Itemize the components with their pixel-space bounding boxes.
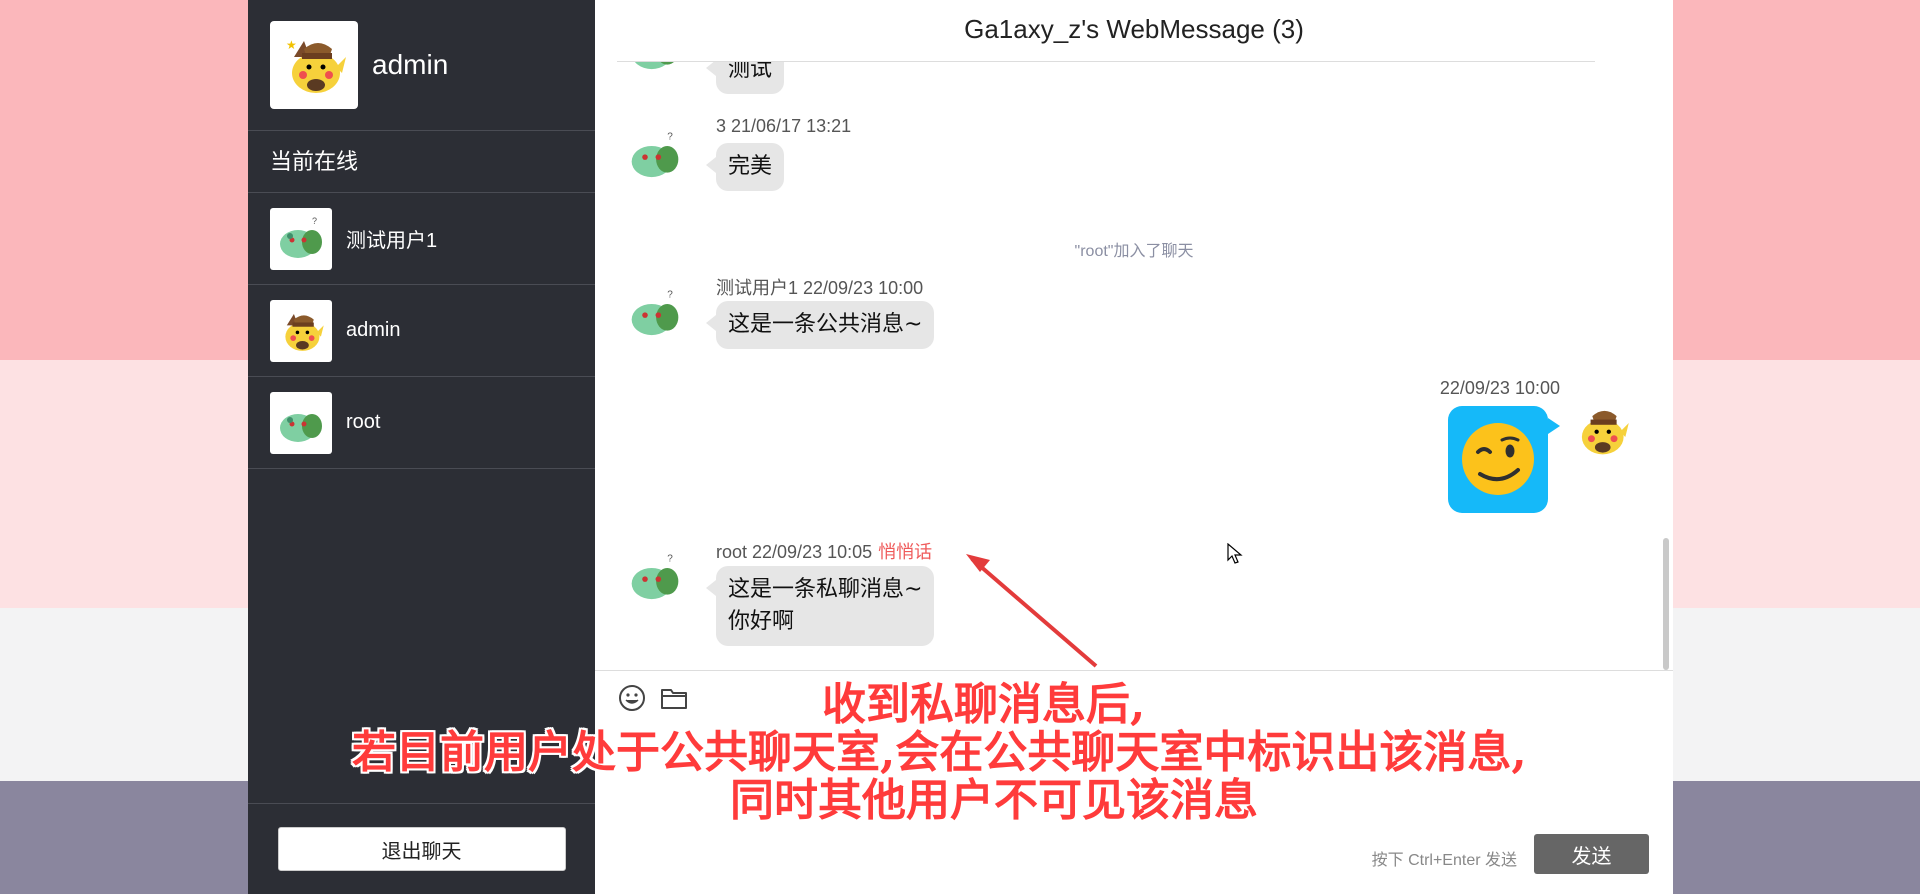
annotation-line: 同时其他用户不可见该消息 [730,775,1258,826]
mouse-cursor-icon [1227,543,1243,564]
